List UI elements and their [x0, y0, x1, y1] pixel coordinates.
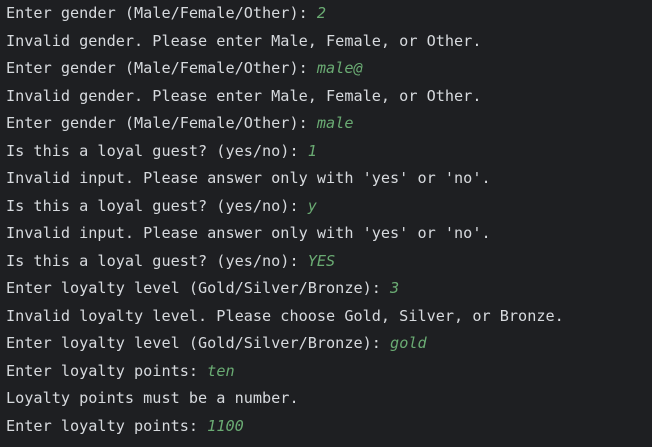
- console-text: Is this a loyal guest? (yes/no):: [6, 251, 308, 270]
- console-line: Is this a loyal guest? (yes/no): YES: [6, 248, 652, 276]
- user-input-text: YES: [307, 251, 336, 270]
- console-line: Invalid gender. Please enter Male, Femal…: [6, 83, 652, 111]
- console-text: Enter loyalty level (Gold/Silver/Bronze)…: [6, 279, 391, 297]
- console-line: Invalid input. Please answer only with '…: [6, 220, 652, 248]
- console-line: Is this a loyal guest? (yes/no): 1: [6, 138, 652, 166]
- console-line: Is this a loyal guest? (yes/no): y: [6, 193, 652, 221]
- user-input-text: 1100: [207, 416, 244, 435]
- console-text: Is this a loyal guest? (yes/no):: [6, 141, 308, 160]
- console-text: Invalid input. Please answer only with '…: [6, 169, 491, 187]
- user-input-text: gold: [390, 334, 427, 352]
- user-input-text: 2: [316, 4, 327, 22]
- console-line: Enter loyalty points: ten: [6, 358, 652, 386]
- console-line: Enter loyalty level (Gold/Silver/Bronze)…: [6, 330, 652, 358]
- console-line: Invalid loyalty level. Please choose Gol…: [6, 303, 652, 331]
- console-text: Invalid gender. Please enter Male, Femal…: [6, 31, 482, 50]
- console-text: Enter loyalty level (Gold/Silver/Bronze)…: [6, 334, 391, 352]
- console-line: Enter loyalty points: 1100: [6, 413, 652, 441]
- console-text: Enter loyalty points:: [6, 361, 208, 380]
- user-input-text: 3: [390, 279, 400, 297]
- user-input-text: male@: [316, 59, 363, 77]
- user-input-text: ten: [207, 361, 235, 380]
- console-line: Enter gender (Male/Female/Other): male: [6, 110, 652, 138]
- console-line: Enter gender (Male/Female/Other): male@: [6, 55, 652, 83]
- console-output[interactable]: Enter gender (Male/Female/Other): 2 Inva…: [0, 0, 652, 447]
- console-text: Enter gender (Male/Female/Other):: [6, 4, 317, 22]
- console-text: Invalid input. Please answer only with '…: [6, 224, 491, 242]
- user-input-text: male: [316, 114, 354, 132]
- user-input-text: 1: [307, 141, 317, 160]
- console-text: Enter loyalty points:: [6, 416, 208, 435]
- console-text: Invalid loyalty level. Please choose Gol…: [6, 306, 564, 325]
- console-text: Enter gender (Male/Female/Other):: [6, 59, 317, 77]
- console-line: Enter gender (Male/Female/Other): 2: [6, 0, 652, 28]
- console-line: Invalid input. Please answer only with '…: [6, 165, 652, 193]
- console-line: Invalid gender. Please enter Male, Femal…: [6, 28, 652, 56]
- console-text: Loyalty points must be a number.: [6, 389, 299, 407]
- user-input-text: y: [307, 196, 317, 215]
- console-line: Loyalty points must be a number.: [6, 385, 652, 413]
- console-text: Invalid gender. Please enter Male, Femal…: [6, 86, 482, 105]
- console-line: Enter loyalty level (Gold/Silver/Bronze)…: [6, 275, 652, 303]
- console-text: Enter gender (Male/Female/Other):: [6, 114, 317, 132]
- console-text: Is this a loyal guest? (yes/no):: [6, 196, 308, 215]
